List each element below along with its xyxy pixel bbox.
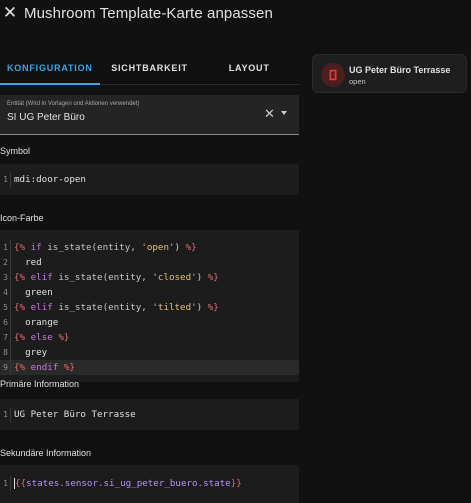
code-line: 1 {{states.sensor.si_ug_peter_buero.stat… [0, 476, 299, 491]
entity-field-label: Entität (Wird in Vorlagen und Aktionen v… [7, 101, 140, 107]
entity-select[interactable]: Entität (Wird in Vorlagen und Aktionen v… [0, 95, 299, 135]
dialog-title: Mushroom Template-Karte anpassen [24, 4, 273, 22]
line-number: 1 [0, 172, 11, 187]
line-number: 9 [0, 360, 11, 375]
secondary-info-label: Sekundäre Information [0, 448, 92, 458]
line-number: 6 [0, 315, 11, 330]
line-number: 5 [0, 300, 11, 315]
tab-sichtbarkeit[interactable]: SICHTBARKEIT [100, 52, 200, 84]
code-line-text: {% endif %} [14, 362, 75, 373]
code-line-text: {% elif is_state(entity, 'closed') %} [14, 272, 219, 283]
code-line-text: UG Peter Büro Terrasse [14, 409, 136, 420]
preview-card[interactable]: UG Peter Büro Terrasse open [312, 54, 467, 93]
line-number: 8 [0, 345, 11, 360]
code-line-text: {% if is_state(entity, 'open') %} [14, 242, 197, 253]
dialog-header: ✕ Mushroom Template-Karte anpassen [0, 0, 471, 26]
tab-layout[interactable]: LAYOUT [199, 52, 299, 84]
icon-color-label: Icon-Farbe [0, 213, 44, 223]
code-line: 3 {% elif is_state(entity, 'closed') %} [0, 270, 299, 285]
code-line-text: grey [14, 347, 48, 358]
code-line-text: {% elif is_state(entity, 'tilted') %} [14, 302, 219, 313]
line-number: 3 [0, 270, 11, 285]
code-line-text: {{states.sensor.si_ug_peter_buero.state}… [14, 478, 242, 489]
code-line-text: green [14, 287, 53, 298]
preview-icon-container [321, 63, 345, 87]
code-line: 4 green [0, 285, 299, 300]
entity-field-value[interactable]: SI UG Peter Büro [7, 112, 85, 123]
line-number: 1 [0, 240, 11, 255]
dropdown-arrow-icon[interactable] [281, 111, 287, 115]
code-line-text: mdi:door-open [14, 174, 86, 185]
code-line-text: red [14, 257, 42, 268]
tab-bar: KONFIGURATION SICHTBARKEIT LAYOUT [0, 52, 299, 85]
symbol-label: Symbol [0, 146, 31, 156]
close-icon[interactable]: ✕ [0, 2, 20, 24]
line-number: 2 [0, 255, 11, 270]
code-line: 6 orange [0, 315, 299, 330]
editor-pane: KONFIGURATION SICHTBARKEIT LAYOUT Entitä… [0, 52, 299, 503]
code-line: 7 {% else %} [0, 330, 299, 345]
code-line-text: orange [14, 317, 59, 328]
icon-color-editor[interactable]: 1 {% if is_state(entity, 'open') %} 2 re… [0, 230, 299, 382]
primary-info-editor[interactable]: 1 UG Peter Büro Terrasse [0, 399, 299, 430]
code-line-text: {% else %} [14, 332, 70, 343]
tab-konfiguration[interactable]: KONFIGURATION [0, 52, 100, 85]
code-line: 5 {% elif is_state(entity, 'tilted') %} [0, 300, 299, 315]
symbol-editor[interactable]: 1 mdi:door-open [0, 164, 299, 195]
code-line: 2 red [0, 255, 299, 270]
line-number: 7 [0, 330, 11, 345]
door-open-icon [329, 69, 337, 81]
preview-primary-text: UG Peter Büro Terrasse [349, 65, 451, 75]
preview-secondary-text: open [349, 77, 366, 86]
code-line: 1 UG Peter Büro Terrasse [0, 407, 299, 422]
code-line: 8 grey [0, 345, 299, 360]
line-number: 4 [0, 285, 11, 300]
line-number: 1 [0, 476, 11, 491]
code-line: 1 {% if is_state(entity, 'open') %} [0, 240, 299, 255]
clear-icon[interactable]: ✕ [264, 106, 275, 122]
line-number: 1 [0, 407, 11, 422]
code-line: 1 mdi:door-open [0, 172, 299, 187]
code-line-active: 9 {% endif %} [0, 360, 299, 375]
primary-info-label: Primäre Information [0, 379, 80, 389]
secondary-info-editor[interactable]: 1 {{states.sensor.si_ug_peter_buero.stat… [0, 465, 299, 503]
